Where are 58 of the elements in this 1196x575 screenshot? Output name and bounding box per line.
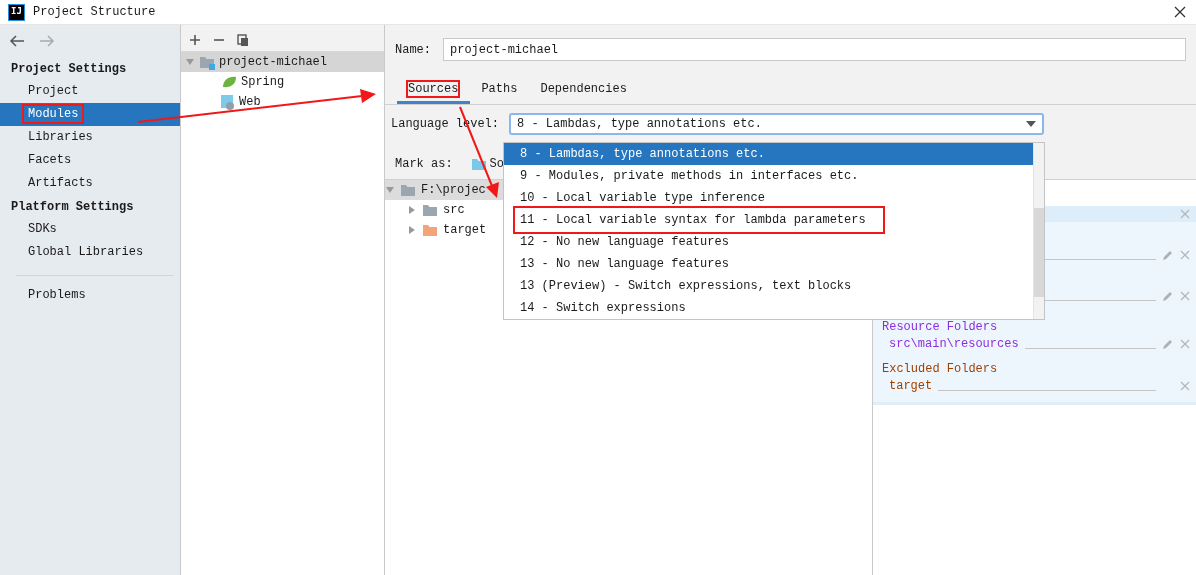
folder-icon [422,202,438,218]
add-icon[interactable] [189,34,201,46]
folder-path: target [889,379,933,393]
dropdown-caret-icon[interactable] [1026,121,1037,127]
tree-item[interactable]: src [443,203,465,217]
nav-item[interactable]: Project [0,80,180,103]
mark-button[interactable]: So [470,156,504,172]
expand-arrow-icon[interactable] [185,57,195,67]
folder-group-heading: Excluded Folders [881,361,999,378]
name-field[interactable]: project-michael [443,38,1186,61]
tree-item[interactable]: target [443,223,487,237]
dropdown-option[interactable]: 8 - Lambdas, type annotations etc. [504,143,1033,165]
window-title: Project Structure [33,5,157,19]
expand-arrow-icon[interactable] [385,185,395,195]
nav-item[interactable]: Global Libraries [0,241,180,264]
nav-item[interactable]: Problems [0,284,180,307]
dropdown-option[interactable]: 9 - Modules, private methods in interfaces etc. [504,165,1033,187]
copy-icon[interactable] [237,33,249,47]
pencil-icon[interactable] [1162,249,1174,261]
nav-item[interactable]: Modules [0,103,180,126]
leaf-icon [221,75,237,89]
folder-group-heading: Resource Folders [881,319,999,336]
pencil-icon[interactable] [1162,338,1174,350]
nav-item[interactable]: Libraries [0,126,180,149]
dropdown-option[interactable]: 13 - No new language features [504,253,1033,275]
back-arrow-icon[interactable] [9,35,25,47]
section-heading: Platform Settings [10,199,135,216]
folder-icon [422,222,438,238]
language-level-dropdown[interactable]: 8 - Lambdas, type annotations etc. [509,113,1045,135]
folder-path: src\main\resources [889,337,1019,351]
nav-item[interactable]: SDKs [0,218,180,241]
tab[interactable]: Paths [470,76,530,104]
dropdown-option[interactable]: 10 - Local variable type inference [504,187,1033,209]
field-label: Mark as: [395,157,453,171]
dropdown-option[interactable]: 12 - No new language features [504,231,1033,253]
dropdown-option[interactable]: 11 - Local variable syntax for lambda parameters [504,209,1033,231]
nav-item[interactable]: Artifacts [0,172,180,195]
tree-item[interactable]: Web [239,95,261,109]
dropdown-option[interactable]: 14 - Switch expressions [504,297,1033,319]
tab[interactable]: Sources [397,76,471,104]
field-label: Name: [395,42,431,57]
web-icon [221,94,235,110]
app-logo: IJ [8,3,25,21]
expand-arrow-icon[interactable] [407,205,417,215]
nav-item[interactable]: Facets [0,149,180,172]
dropdown-option[interactable]: 13 (Preview) - Switch expressions, text blocks [504,275,1033,297]
section-heading: Project Settings [10,61,128,78]
folder-icon [470,156,487,172]
expand-arrow-icon[interactable] [407,225,417,235]
tree-item[interactable]: Spring [241,75,285,89]
folder-icon [400,182,416,198]
close-icon[interactable] [1174,6,1186,18]
module-folder-icon [199,54,215,70]
tree-item[interactable]: F:\projec [421,183,486,197]
forward-arrow-icon[interactable] [39,35,55,47]
tab[interactable]: Dependencies [529,76,639,104]
pencil-icon[interactable] [1162,290,1174,302]
scrollbar[interactable] [1033,143,1044,319]
